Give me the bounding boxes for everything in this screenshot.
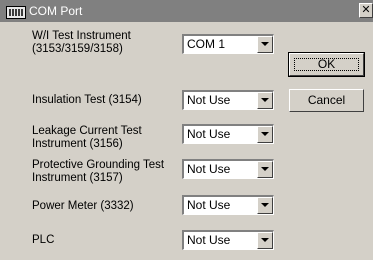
close-icon[interactable]: ✕: [359, 3, 373, 18]
selected-value: Not Use: [187, 233, 231, 247]
selected-value: Not Use: [187, 162, 231, 176]
insulation-test-port-select[interactable]: Not Use: [182, 90, 274, 110]
power-meter-port-select[interactable]: Not Use: [182, 195, 274, 215]
ok-button[interactable]: OK: [288, 52, 365, 77]
ok-button-label: OK: [317, 57, 336, 71]
label-line: Power Meter (3332): [32, 200, 134, 212]
selected-value: Not Use: [187, 127, 231, 141]
com-port-dialog: COM Port ✕ W/I Test Instrument (3153/315…: [0, 0, 373, 260]
chevron-down-icon[interactable]: [257, 232, 273, 249]
protective-grounding-test-label: Protective Grounding Test Instrument (31…: [32, 159, 164, 185]
chevron-down-icon[interactable]: [257, 161, 273, 178]
wi-test-instrument-label: W/I Test Instrument (3153/3159/3158): [32, 30, 131, 56]
chevron-down-icon[interactable]: [257, 126, 273, 143]
plc-port-select[interactable]: Not Use: [182, 230, 274, 250]
plc-label: PLC: [32, 234, 54, 247]
keyboard-icon: [6, 6, 26, 19]
leakage-current-test-label: Leakage Current Test Instrument (3156): [32, 125, 142, 151]
wi-test-instrument-port-select[interactable]: COM 1: [182, 34, 274, 54]
leakage-current-test-port-select[interactable]: Not Use: [182, 124, 274, 144]
insulation-test-label: Insulation Test (3154): [32, 94, 142, 107]
chevron-down-icon[interactable]: [257, 92, 273, 109]
label-line: Instrument (3156): [32, 138, 123, 150]
window-title: COM Port: [29, 4, 83, 18]
label-line: Protective Grounding Test: [32, 159, 165, 171]
chevron-down-icon[interactable]: [257, 197, 273, 214]
label-line: W/I Test Instrument: [32, 30, 131, 42]
protective-grounding-test-port-select[interactable]: Not Use: [182, 159, 274, 179]
chevron-down-icon[interactable]: [257, 36, 273, 53]
title-bar[interactable]: COM Port ✕: [0, 0, 373, 22]
cancel-button-label: Cancel: [307, 93, 346, 107]
selected-value: Not Use: [187, 93, 231, 107]
label-line: Leakage Current Test: [32, 125, 142, 137]
label-line: (3153/3159/3158): [32, 43, 123, 55]
label-line: Insulation Test (3154): [32, 94, 142, 106]
label-line: Instrument (3157): [32, 172, 123, 184]
power-meter-label: Power Meter (3332): [32, 200, 134, 213]
selected-value: COM 1: [187, 37, 226, 51]
cancel-button[interactable]: Cancel: [289, 89, 364, 112]
selected-value: Not Use: [187, 198, 231, 212]
label-line: PLC: [32, 234, 55, 246]
